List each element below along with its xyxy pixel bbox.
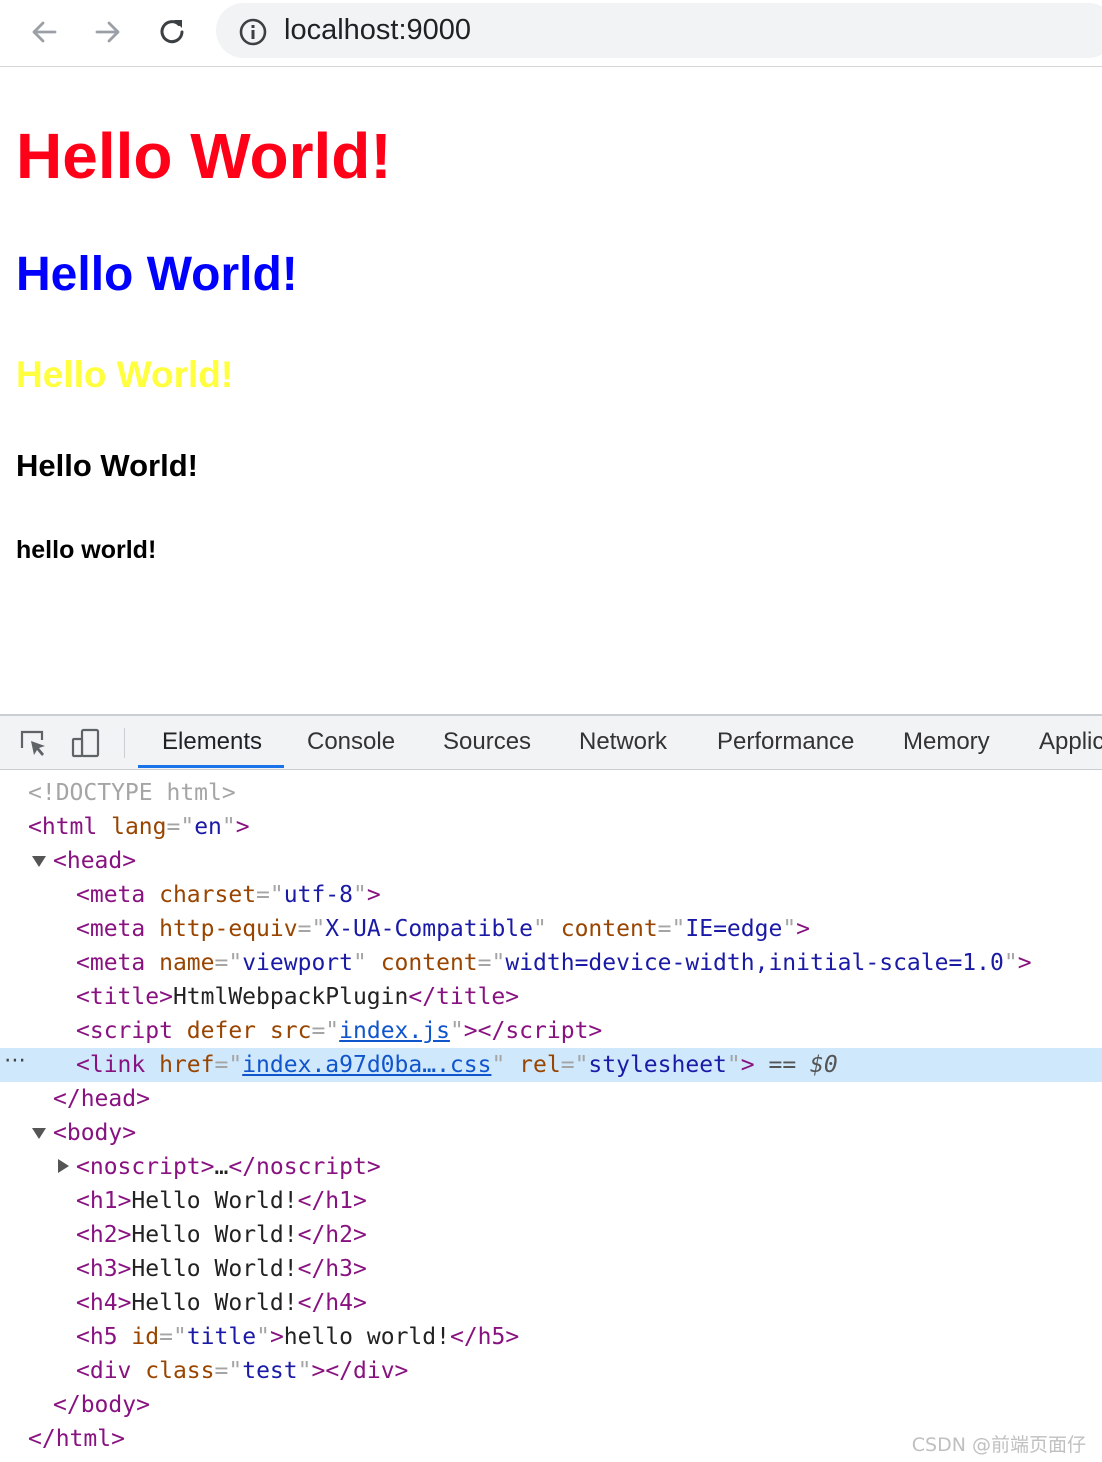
dom-node-script[interactable]: <script defer src="index.js"></script>	[0, 1014, 1102, 1048]
forward-button[interactable]	[88, 12, 128, 52]
dom-node-h3[interactable]: <h3>Hello World!</h3>	[0, 1252, 1102, 1286]
active-tab-indicator	[138, 765, 284, 768]
reload-button[interactable]	[152, 12, 192, 52]
dom-node-h2[interactable]: <h2>Hello World!</h2>	[0, 1218, 1102, 1252]
tag-name: h4	[89, 1290, 118, 1316]
toolbar-separator	[124, 728, 125, 758]
heading-h3: Hello World!	[16, 354, 234, 395]
dom-node-head[interactable]: <head>	[0, 844, 1102, 878]
tab-memory[interactable]: Memory	[903, 728, 990, 756]
forward-arrow-icon	[95, 21, 120, 43]
attr-name: charset	[159, 882, 257, 908]
node-text: Hello World!	[131, 1256, 298, 1282]
attr-name: content	[380, 950, 478, 976]
collapsed-arrow-icon[interactable]	[58, 1159, 69, 1173]
attr-value: stylesheet	[588, 1052, 727, 1078]
reload-icon	[160, 20, 184, 44]
attr-name: lang	[111, 814, 167, 840]
attr-value: title	[186, 1324, 257, 1350]
browser-toolbar: localhost:9000	[0, 0, 1102, 67]
doctype-text: <!DOCTYPE html>	[28, 780, 236, 806]
tab-network[interactable]: Network	[579, 728, 667, 756]
attr-name: http-equiv	[159, 916, 298, 942]
attr-value: en	[194, 814, 222, 840]
inspect-element-icon[interactable]	[18, 728, 48, 758]
dom-node-meta-viewport[interactable]: <meta name="viewport" content="width=dev…	[0, 946, 1102, 980]
dom-node-h4[interactable]: <h4>Hello World!</h4>	[0, 1286, 1102, 1320]
expand-arrow-icon[interactable]	[32, 1128, 46, 1139]
attr-name: content	[560, 916, 658, 942]
heading-h2: Hello World!	[16, 248, 298, 301]
heading-h5-title: hello world!	[16, 536, 157, 564]
dom-node-noscript[interactable]: <noscript>…</noscript>	[0, 1150, 1102, 1184]
dom-node-h5[interactable]: <h5 id="title">hello world!</h5>	[0, 1320, 1102, 1354]
dom-node-body[interactable]: <body>	[0, 1116, 1102, 1150]
dom-node-doctype[interactable]: <!DOCTYPE html>	[0, 776, 1102, 810]
script-src-link[interactable]: index.js	[339, 1018, 450, 1044]
heading-h4: Hello World!	[16, 448, 198, 483]
tag-name: html	[55, 1426, 112, 1452]
tag-name: div	[89, 1358, 132, 1384]
heading-h1: Hello World!	[16, 120, 392, 192]
info-icon[interactable]	[238, 17, 268, 47]
tag-name: noscript	[89, 1154, 201, 1180]
tag-name: h1	[89, 1188, 118, 1214]
attr-value: X-UA-Compatible	[325, 916, 534, 942]
attr-name: id	[131, 1324, 160, 1350]
tab-sources[interactable]: Sources	[443, 728, 531, 756]
dom-node-div[interactable]: <div class="test"></div>	[0, 1354, 1102, 1388]
tag-name: h5	[89, 1324, 118, 1350]
tag-name: h3	[89, 1256, 118, 1282]
attr-name: defer	[186, 1018, 257, 1044]
stylesheet-href-link[interactable]: index.a97d0ba….css	[242, 1052, 491, 1078]
node-text: Hello World!	[131, 1290, 298, 1316]
dom-node-body-close[interactable]: </body>	[0, 1388, 1102, 1422]
tab-application[interactable]: Applic	[1039, 728, 1102, 756]
attr-value: test	[242, 1358, 298, 1384]
tag-name: h2	[89, 1222, 118, 1248]
back-arrow-icon	[32, 21, 57, 43]
dom-node-link-selected[interactable]: ⋯ <link href="index.a97d0ba….css" rel="s…	[0, 1048, 1102, 1082]
attr-value: utf-8	[283, 882, 353, 908]
tab-console[interactable]: Console	[307, 728, 395, 756]
attr-value: width=device-width,initial-scale=1.0	[505, 950, 1004, 976]
collapsed-ellipsis[interactable]: …	[215, 1154, 229, 1180]
tag-name: body	[66, 1120, 123, 1146]
expand-arrow-icon[interactable]	[32, 856, 46, 867]
more-options-icon[interactable]: ⋯	[4, 1044, 26, 1078]
attr-value: IE=edge	[685, 916, 783, 942]
dom-node-meta-http-equiv[interactable]: <meta http-equiv="X-UA-Compatible" conte…	[0, 912, 1102, 946]
tab-elements[interactable]: Elements	[162, 728, 262, 756]
attr-value: viewport	[242, 950, 353, 976]
dom-node-meta-charset[interactable]: <meta charset="utf-8">	[0, 878, 1102, 912]
devtools-panel: Elements Console Sources Network Perform…	[0, 714, 1102, 1462]
attr-name: href	[159, 1052, 215, 1078]
watermark-text: CSDN @前端页面仔	[911, 1434, 1086, 1456]
node-text: Hello World!	[131, 1188, 298, 1214]
address-bar[interactable]: localhost:9000	[216, 3, 1102, 58]
dom-node-html[interactable]: <html lang="en">	[0, 810, 1102, 844]
attr-name: rel	[519, 1052, 561, 1078]
dom-node-h1[interactable]: <h1>Hello World!</h1>	[0, 1184, 1102, 1218]
page-viewport: Hello World! Hello World! Hello World! H…	[0, 67, 1102, 714]
dom-node-title[interactable]: <title>HtmlWebpackPlugin</title>	[0, 980, 1102, 1014]
devtools-tab-bar: Elements Console Sources Network Perform…	[0, 716, 1102, 770]
node-text: Hello World!	[131, 1222, 298, 1248]
node-text: HtmlWebpackPlugin	[172, 984, 409, 1010]
attr-name: src	[269, 1018, 312, 1044]
device-toolbar-icon[interactable]	[70, 728, 102, 758]
tag-name: body	[80, 1392, 137, 1418]
selected-node-marker: == $0	[768, 1052, 838, 1078]
attr-name: name	[159, 950, 215, 976]
dom-node-head-close[interactable]: </head>	[0, 1082, 1102, 1116]
url-text[interactable]: localhost:9000	[284, 14, 471, 47]
tab-performance[interactable]: Performance	[717, 728, 854, 756]
tag-name: html	[41, 814, 98, 840]
node-text: hello world!	[283, 1324, 450, 1350]
tag-name: head	[80, 1086, 137, 1112]
attr-name: class	[145, 1358, 215, 1384]
back-button[interactable]	[24, 12, 64, 52]
tag-name: head	[66, 848, 123, 874]
